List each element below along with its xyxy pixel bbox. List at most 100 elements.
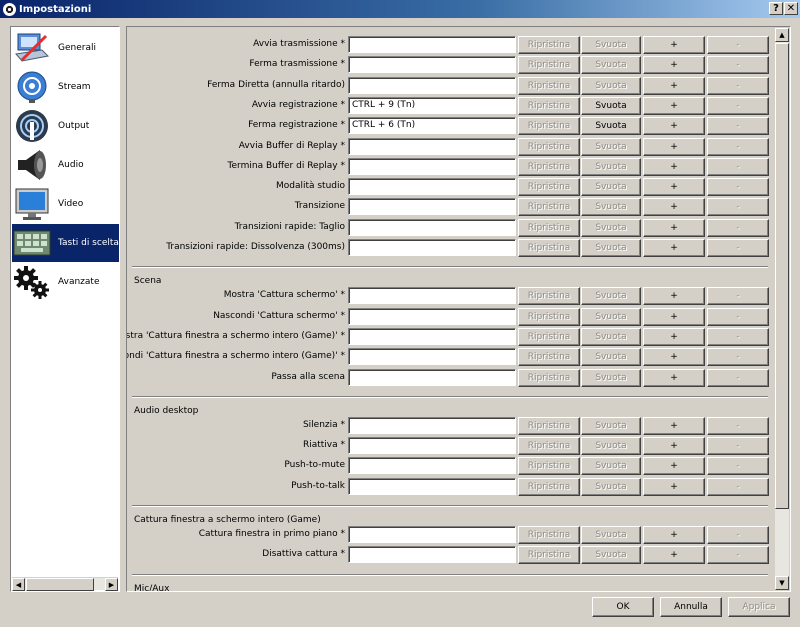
hotkey-input[interactable] <box>348 198 516 216</box>
reset-button[interactable]: Ripristina <box>518 198 580 217</box>
clear-button[interactable]: Svuota <box>581 287 641 306</box>
remove-hotkey-button[interactable]: - <box>707 96 769 115</box>
clear-button[interactable]: Svuota <box>581 239 641 257</box>
hotkey-input[interactable] <box>348 36 516 53</box>
reset-button[interactable]: Ripristina <box>518 117 580 136</box>
clear-button[interactable]: Svuota <box>581 526 641 544</box>
hotkey-input[interactable] <box>348 218 516 236</box>
reset-button[interactable]: Ripristina <box>518 56 580 75</box>
reset-button[interactable]: Ripristina <box>518 437 580 456</box>
hotkey-input[interactable] <box>348 76 516 94</box>
add-hotkey-button[interactable]: + <box>643 546 705 565</box>
add-hotkey-button[interactable]: + <box>643 137 705 156</box>
hotkey-input[interactable] <box>348 157 516 175</box>
hotkey-input[interactable] <box>348 477 516 495</box>
sidebar-item-audio[interactable]: Audio <box>12 146 119 184</box>
add-hotkey-button[interactable]: + <box>643 307 705 326</box>
clear-button[interactable]: Svuota <box>581 457 641 476</box>
add-hotkey-button[interactable]: + <box>643 287 705 306</box>
remove-hotkey-button[interactable]: - <box>707 437 769 456</box>
remove-hotkey-button[interactable]: - <box>707 137 769 156</box>
add-hotkey-button[interactable]: + <box>643 416 705 435</box>
cancel-button[interactable]: Annulla <box>660 597 722 617</box>
apply-button[interactable]: Applica <box>728 597 790 617</box>
hotkey-input[interactable] <box>348 307 516 325</box>
remove-hotkey-button[interactable]: - <box>707 348 769 367</box>
clear-button[interactable]: Svuota <box>581 36 641 54</box>
add-hotkey-button[interactable]: + <box>643 526 705 544</box>
reset-button[interactable]: Ripristina <box>518 239 580 257</box>
clear-button[interactable]: Svuota <box>581 477 641 496</box>
reset-button[interactable]: Ripristina <box>518 96 580 115</box>
remove-hotkey-button[interactable]: - <box>707 526 769 544</box>
remove-hotkey-button[interactable]: - <box>707 416 769 435</box>
clear-button[interactable]: Svuota <box>581 327 641 346</box>
reset-button[interactable]: Ripristina <box>518 157 580 176</box>
clear-button[interactable]: Svuota <box>581 157 641 176</box>
add-hotkey-button[interactable]: + <box>643 198 705 217</box>
add-hotkey-button[interactable]: + <box>643 457 705 476</box>
sidebar-item-output[interactable]: Output <box>12 107 119 145</box>
reset-button[interactable]: Ripristina <box>518 327 580 346</box>
ok-button[interactable]: OK <box>592 597 654 617</box>
hotkey-input[interactable]: CTRL + 9 (Tn) <box>348 96 516 114</box>
add-hotkey-button[interactable]: + <box>643 157 705 176</box>
sidebar-item-avanzate[interactable]: Avanzate <box>12 263 119 301</box>
clear-button[interactable]: Svuota <box>581 416 641 435</box>
add-hotkey-button[interactable]: + <box>643 117 705 136</box>
reset-button[interactable]: Ripristina <box>518 218 580 237</box>
hotkey-input[interactable] <box>348 287 516 305</box>
hotkey-input[interactable] <box>348 239 516 256</box>
hotkey-input[interactable]: CTRL + 6 (Tn) <box>348 117 516 135</box>
reset-button[interactable]: Ripristina <box>518 76 580 95</box>
hotkey-input[interactable] <box>348 327 516 345</box>
remove-hotkey-button[interactable]: - <box>707 36 769 54</box>
remove-hotkey-button[interactable]: - <box>707 76 769 95</box>
reset-button[interactable]: Ripristina <box>518 368 580 387</box>
clear-button[interactable]: Svuota <box>581 218 641 237</box>
reset-button[interactable]: Ripristina <box>518 178 580 197</box>
reset-button[interactable]: Ripristina <box>518 477 580 496</box>
add-hotkey-button[interactable]: + <box>643 368 705 387</box>
clear-button[interactable]: Svuota <box>581 117 641 136</box>
clear-button[interactable]: Svuota <box>581 546 641 565</box>
clear-button[interactable]: Svuota <box>581 348 641 367</box>
close-button[interactable]: ✕ <box>784 2 798 15</box>
hotkey-input[interactable] <box>348 416 516 434</box>
remove-hotkey-button[interactable]: - <box>707 239 769 257</box>
clear-button[interactable]: Svuota <box>581 96 641 115</box>
scroll-down-icon[interactable]: ▼ <box>775 576 789 590</box>
clear-button[interactable]: Svuota <box>581 178 641 197</box>
hotkey-input[interactable] <box>348 437 516 455</box>
add-hotkey-button[interactable]: + <box>643 437 705 456</box>
hotkey-input[interactable] <box>348 546 516 564</box>
reset-button[interactable]: Ripristina <box>518 348 580 367</box>
clear-button[interactable]: Svuota <box>581 56 641 75</box>
add-hotkey-button[interactable]: + <box>643 239 705 257</box>
remove-hotkey-button[interactable]: - <box>707 368 769 387</box>
remove-hotkey-button[interactable]: - <box>707 287 769 306</box>
sidebar-item-stream[interactable]: Stream <box>12 68 119 106</box>
add-hotkey-button[interactable]: + <box>643 56 705 75</box>
clear-button[interactable]: Svuota <box>581 368 641 387</box>
scrollbar-thumb[interactable] <box>775 43 789 509</box>
hotkey-input[interactable] <box>348 368 516 386</box>
remove-hotkey-button[interactable]: - <box>707 198 769 217</box>
clear-button[interactable]: Svuota <box>581 76 641 95</box>
remove-hotkey-button[interactable]: - <box>707 218 769 237</box>
sidebar-item-generali[interactable]: Generali <box>12 29 119 67</box>
vertical-scrollbar[interactable]: ▲ ▼ <box>775 28 789 590</box>
clear-button[interactable]: Svuota <box>581 137 641 156</box>
hotkey-input[interactable] <box>348 178 516 196</box>
sidebar-item-video[interactable]: Video <box>12 185 119 223</box>
add-hotkey-button[interactable]: + <box>643 36 705 54</box>
remove-hotkey-button[interactable]: - <box>707 307 769 326</box>
scroll-left-icon[interactable]: ◀ <box>12 578 25 591</box>
reset-button[interactable]: Ripristina <box>518 416 580 435</box>
scroll-right-icon[interactable]: ▶ <box>105 578 118 591</box>
clear-button[interactable]: Svuota <box>581 437 641 456</box>
hotkey-input[interactable] <box>348 348 516 366</box>
reset-button[interactable]: Ripristina <box>518 526 580 544</box>
add-hotkey-button[interactable]: + <box>643 178 705 197</box>
remove-hotkey-button[interactable]: - <box>707 117 769 136</box>
